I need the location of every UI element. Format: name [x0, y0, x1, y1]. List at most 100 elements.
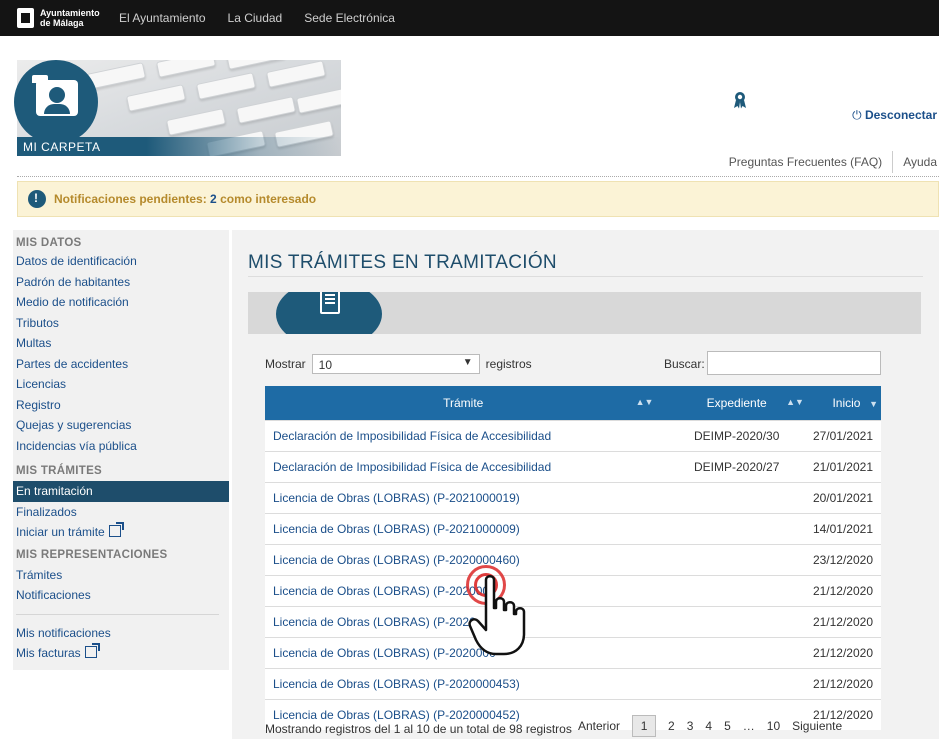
sort-icon: ▲▼ — [635, 397, 654, 407]
inicio-cell: 21/01/2021 — [811, 451, 881, 483]
sidebar-heading-mis-representaciones: MIS REPRESENTACIONES — [16, 548, 168, 561]
sidebar-heading-mis-tramites: MIS TRÁMITES — [16, 465, 103, 477]
table-row[interactable]: Licencia de Obras (LOBRAS) (P-2020 21/12/… — [265, 606, 881, 638]
pager-page[interactable]: 4 — [705, 719, 712, 733]
search-label: Buscar: — [664, 357, 705, 371]
table-row[interactable]: Licencia de Obras (LOBRAS) (P-2021000019… — [265, 482, 881, 514]
sidebar-item-mis-facturas[interactable]: Mis facturas — [13, 643, 229, 664]
award-icon[interactable] — [732, 91, 748, 109]
page-length-select[interactable]: 10 ▼ — [311, 354, 480, 374]
tramite-link[interactable]: Licencia de Obras (LOBRAS) (P-2020 — [265, 606, 662, 638]
expediente-cell — [661, 575, 812, 607]
table-header-row: Trámite ▲▼ Expediente ▲▼ Inicio ▼ — [265, 386, 881, 421]
brand-line-2: de Málaga — [40, 18, 84, 28]
sidebar-item-quejas[interactable]: Quejas y sugerencias — [13, 415, 229, 436]
sidebar-item-mis-notificaciones[interactable]: Mis notificaciones — [13, 623, 229, 644]
brand-logo[interactable]: Ayuntamiento de Málaga — [17, 6, 100, 30]
pager-prev[interactable]: Anterior — [578, 719, 620, 733]
notification-count: 2 — [210, 192, 217, 206]
sidebar-item-multas[interactable]: Multas — [13, 333, 229, 354]
external-link-icon — [84, 643, 100, 658]
tramite-link[interactable]: Licencia de Obras (LOBRAS) (P-2020000 — [265, 637, 662, 669]
inicio-cell: 21/12/2020 — [811, 637, 881, 669]
tramite-link[interactable]: Declaración de Imposibilidad Física de A… — [265, 451, 662, 483]
sidebar-item-licencias[interactable]: Licencias — [13, 374, 229, 395]
pagination: Anterior 1 2 3 4 5 … 10 Siguiente — [578, 715, 854, 737]
nav-el-ayuntamiento[interactable]: El Ayuntamiento — [119, 11, 206, 25]
inicio-cell: 21/12/2020 — [811, 668, 881, 700]
folder-user-icon — [14, 60, 98, 144]
inicio-cell: 21/12/2020 — [811, 575, 881, 607]
expediente-cell — [661, 482, 812, 514]
power-icon: ⏻ — [852, 108, 862, 122]
section-banner — [248, 292, 921, 334]
search-input[interactable] — [707, 351, 881, 375]
main-panel: MIS TRÁMITES EN TRAMITACIÓN Mostrar 10 ▼… — [232, 230, 939, 739]
records-label: registros — [485, 357, 532, 371]
table-info: Mostrando registros del 1 al 10 de un to… — [265, 722, 572, 736]
sort-icon: ▲▼ — [786, 397, 804, 407]
inicio-cell: 14/01/2021 — [811, 513, 881, 545]
logout-link[interactable]: ⏻ Desconectar — [852, 108, 937, 123]
page-length-value: 10 — [318, 358, 333, 372]
sidebar-item-en-tramitacion[interactable]: En tramitación — [13, 481, 229, 502]
section-label: MI CARPETA — [23, 140, 101, 154]
sidebar-item-medio-notificacion[interactable]: Medio de notificación — [13, 292, 229, 313]
column-header-tramite[interactable]: Trámite ▲▼ — [265, 386, 662, 421]
tramite-link[interactable]: Licencia de Obras (LOBRAS) (P-2020000 — [265, 575, 662, 607]
inicio-cell: 21/12/2020 — [811, 606, 881, 638]
sidebar-item-incidencias[interactable]: Incidencias vía pública — [13, 436, 229, 457]
sidebar-item-finalizados[interactable]: Finalizados — [13, 502, 229, 523]
brand-line-1: Ayuntamiento — [40, 8, 100, 18]
tramite-link[interactable]: Declaración de Imposibilidad Física de A… — [265, 420, 662, 452]
tramite-link[interactable]: Licencia de Obras (LOBRAS) (P-2021000009… — [265, 513, 662, 545]
pager-page[interactable]: 3 — [687, 719, 694, 733]
city-shield-icon — [17, 8, 34, 28]
sidebar-item-iniciar-tramite[interactable]: Iniciar un trámite — [13, 522, 229, 543]
section-label-bar: MI CARPETA — [17, 137, 341, 156]
sidebar-item-registro[interactable]: Registro — [13, 395, 229, 416]
sidebar-item-partes-accidentes[interactable]: Partes de accidentes — [13, 354, 229, 375]
expediente-cell: DEIMP-2020/27 — [661, 451, 812, 483]
sidebar-item-rep-tramites[interactable]: Trámites — [13, 565, 229, 586]
sidebar-heading-mis-datos: MIS DATOS — [16, 237, 82, 249]
expediente-cell — [661, 544, 812, 576]
tramite-link[interactable]: Licencia de Obras (LOBRAS) (P-2021000019… — [265, 482, 662, 514]
page-length-control: Mostrar 10 ▼ registros — [265, 354, 532, 374]
sidebar-item-padron[interactable]: Padrón de habitantes — [13, 272, 229, 293]
column-header-inicio[interactable]: Inicio ▼ — [811, 386, 881, 421]
table-row[interactable]: Licencia de Obras (LOBRAS) (P-2020000460… — [265, 544, 881, 576]
logout-label: Desconectar — [864, 108, 937, 122]
sidebar-item-datos-identificacion[interactable]: Datos de identificación — [13, 251, 229, 272]
faq-link[interactable]: Preguntas Frecuentes (FAQ) — [729, 155, 882, 169]
column-header-expediente[interactable]: Expediente ▲▼ — [661, 386, 812, 421]
inicio-cell: 23/12/2020 — [811, 544, 881, 576]
warning-icon — [28, 190, 46, 208]
nav-la-ciudad[interactable]: La Ciudad — [228, 11, 283, 25]
nav-sede-electronica[interactable]: Sede Electrónica — [304, 11, 395, 25]
pager-next[interactable]: Siguiente — [792, 719, 842, 733]
pager-page[interactable]: 5 — [724, 719, 731, 733]
tramite-link[interactable]: Licencia de Obras (LOBRAS) (P-2020000453… — [265, 668, 662, 700]
tramite-link[interactable]: Licencia de Obras (LOBRAS) (P-2020000460… — [265, 544, 662, 576]
title-divider — [248, 276, 923, 277]
divider — [892, 151, 894, 173]
table-row[interactable]: Licencia de Obras (LOBRAS) (P-2020000 21/… — [265, 575, 881, 607]
pager-page[interactable]: 2 — [668, 719, 675, 733]
help-links: Preguntas Frecuentes (FAQ) Ayuda — [729, 151, 937, 173]
pager-page[interactable]: 10 — [767, 719, 780, 733]
table-row[interactable]: Licencia de Obras (LOBRAS) (P-2020000 21/… — [265, 637, 881, 669]
pager-page-current[interactable]: 1 — [632, 715, 657, 737]
table-row[interactable]: Declaración de Imposibilidad Física de A… — [265, 420, 881, 452]
help-link[interactable]: Ayuda — [903, 155, 937, 169]
inicio-cell: 27/01/2021 — [811, 420, 881, 452]
sidebar-item-rep-notificaciones[interactable]: Notificaciones — [13, 585, 229, 606]
sort-desc-icon: ▼ — [869, 399, 878, 409]
notification-banner[interactable]: Notificaciones pendientes: 2 como intere… — [17, 181, 939, 217]
table-row[interactable]: Licencia de Obras (LOBRAS) (P-2020000453… — [265, 668, 881, 700]
document-icon — [320, 292, 340, 314]
sidebar-item-tributos[interactable]: Tributos — [13, 313, 229, 334]
table-row[interactable]: Licencia de Obras (LOBRAS) (P-2021000009… — [265, 513, 881, 545]
table-row[interactable]: Declaración de Imposibilidad Física de A… — [265, 451, 881, 483]
page-title: MIS TRÁMITES EN TRAMITACIÓN — [248, 252, 557, 273]
